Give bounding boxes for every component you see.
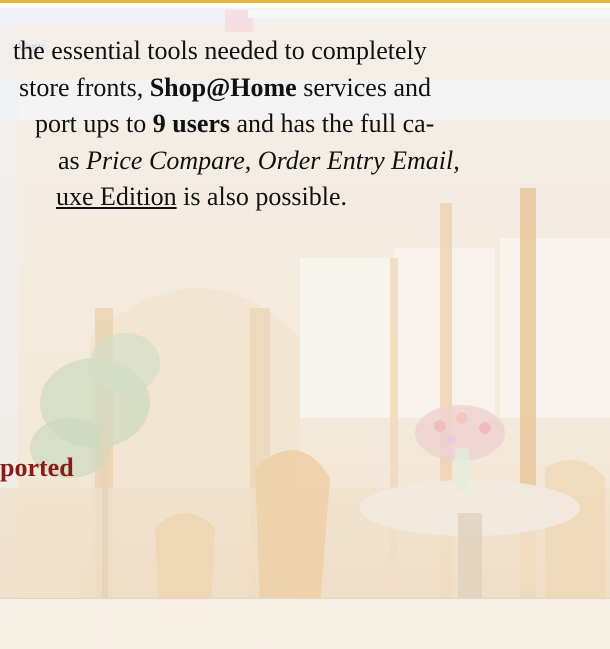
nine-users-term: 9 users <box>152 109 231 138</box>
body-line-4-prefix: as <box>58 145 87 175</box>
body-text: the essential tools needed to completely… <box>0 33 610 216</box>
body-line-3-prefix: port ups to <box>35 109 153 138</box>
body-line-5-suffix: is also possible. <box>176 182 348 211</box>
slide: View the essential tools needed to compl… <box>0 0 610 649</box>
feature-list-italic: Price Compare, Order Entry Email, <box>86 145 460 175</box>
body-line-5: uxe Edition is also possible. <box>56 179 610 216</box>
body-line-4: as Price Compare, Order Entry Email, <box>58 143 610 180</box>
bottom-band <box>0 598 610 649</box>
shop-at-home-term: Shop@Home <box>149 72 297 102</box>
body-line-2: store fronts, Shop@Home services and <box>19 70 610 107</box>
bottom-divider <box>0 598 610 599</box>
top-accent-rule <box>0 0 610 3</box>
body-line-3-suffix: and has the full ca- <box>230 109 435 138</box>
body-line-2-prefix: store fronts, <box>19 72 150 102</box>
body-line-2-suffix: services and <box>296 72 431 102</box>
body-line-1: the essential tools needed to completely <box>13 33 610 70</box>
supported-heading: ported <box>0 453 74 482</box>
body-line-3: port ups to 9 users and has the full ca- <box>35 106 610 143</box>
body-line-1-text: the essential tools needed to completely <box>13 36 427 65</box>
deluxe-edition-link[interactable]: uxe Edition <box>56 182 177 211</box>
